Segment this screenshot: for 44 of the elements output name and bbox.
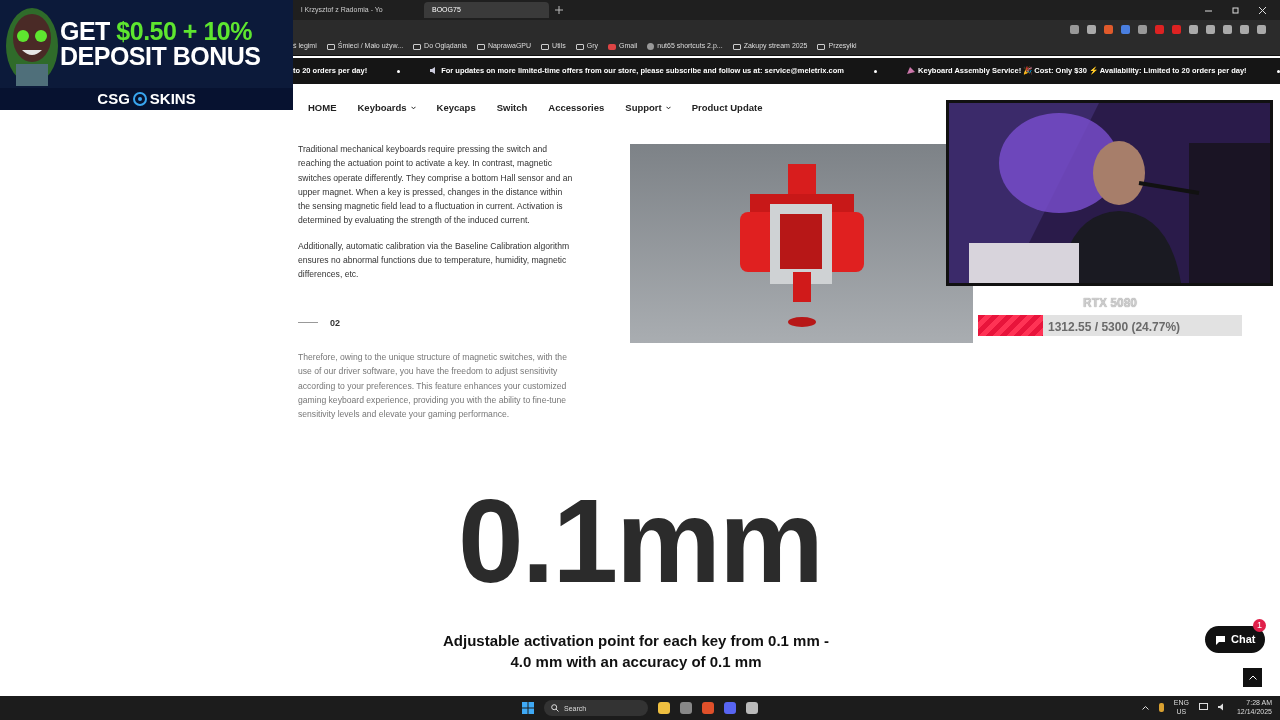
separator-dot bbox=[397, 69, 401, 73]
ad-banner[interactable]: GET $0.50 + 10% DEPOSIT BONUS CSG SKINS bbox=[0, 0, 293, 110]
subtitle: Adjustable activation point for each key from 0.1 mm - 4.0 mm with an accuracy of 0.1 mm bbox=[442, 631, 830, 672]
separator-dot bbox=[874, 69, 878, 73]
goal-label: RTX 5080 bbox=[1083, 295, 1137, 312]
nav-link[interactable]: Keycaps bbox=[436, 100, 476, 116]
chevron-down-icon bbox=[410, 106, 416, 110]
scroll-top-button[interactable] bbox=[1243, 668, 1262, 687]
ad-text: DEPOSIT BONUS bbox=[60, 44, 261, 69]
chevron-down-icon bbox=[665, 106, 671, 110]
ad-amount: $0.50 + 10% bbox=[116, 17, 252, 45]
maximize-icon[interactable] bbox=[1232, 6, 1239, 14]
separator-dot bbox=[1276, 69, 1280, 73]
network-icon[interactable] bbox=[1198, 703, 1208, 711]
search-icon bbox=[551, 704, 559, 712]
chat-icon bbox=[1215, 634, 1226, 645]
progress-reading: 1312.55 / 5300 (24.77%) bbox=[1048, 319, 1181, 336]
paragraph: Additionally, automatic calibration via the Baseline Calibration algorithm ensures no abnormal functions due to temperature, humidity, magnetic differences, etc. bbox=[298, 239, 571, 282]
target-icon bbox=[132, 92, 147, 106]
brand-text: CSG bbox=[97, 88, 130, 109]
chat-app-icon[interactable] bbox=[724, 702, 736, 714]
paragraph: Therefore, owing to the unique structure of magnetic switches, with the use of our driver software, you have the freedom to adjust sensitivity according to your preferences. This feature enhances your customized gaming keyboard experience, providing you with the ability to fine-tune sensitivity levels and elevate your gaming performance. bbox=[298, 350, 568, 422]
new-tab-icon[interactable] bbox=[555, 6, 563, 14]
nav-link[interactable]: Keyboards bbox=[357, 100, 416, 116]
ad-text: GET bbox=[60, 17, 110, 45]
brand-text: SKINS bbox=[149, 88, 196, 109]
chevron-up-icon bbox=[1248, 675, 1257, 680]
nav-link[interactable]: HOME bbox=[308, 100, 337, 116]
paragraph: Traditional mechanical keyboards require pressing the switch and reaching the actuation point to activate a key. In contrast, magnetic switches operate differently. They comprise a bottom Hall sensor and an upper magnet. When a key is pressed, changes in the distance within the sensing magnetic field lead to a fluctuation in current. Activation is determined by evaluating the strength of the induced current. bbox=[298, 143, 574, 228]
notification-badge: 1 bbox=[1253, 619, 1266, 632]
chevron-up-icon[interactable] bbox=[1141, 704, 1149, 710]
browser-app-icon[interactable] bbox=[702, 702, 714, 714]
nav-link[interactable]: Product Update bbox=[691, 100, 763, 116]
nav-link[interactable]: Accessories bbox=[548, 100, 605, 116]
party-icon bbox=[907, 67, 916, 75]
headline-value: 0.1mm bbox=[457, 482, 823, 600]
app-icon[interactable] bbox=[680, 702, 692, 714]
step-number: 02 bbox=[330, 316, 340, 330]
app-icon[interactable] bbox=[746, 702, 758, 714]
nav-link[interactable]: Switch bbox=[496, 100, 528, 116]
windows-start-icon[interactable] bbox=[522, 702, 534, 714]
nav-link[interactable]: Support bbox=[625, 100, 671, 116]
divider-line bbox=[298, 322, 318, 324]
close-icon[interactable] bbox=[1259, 6, 1266, 14]
